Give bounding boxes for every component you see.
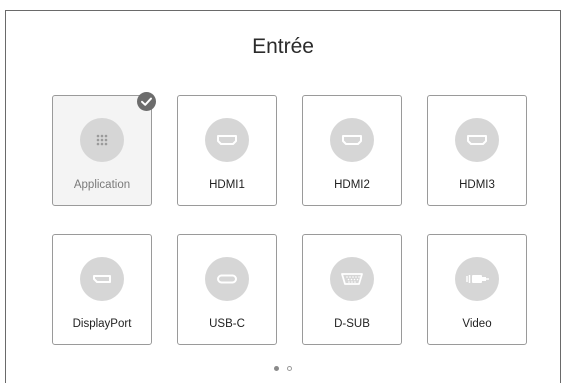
usb-c-port-icon: [205, 257, 249, 301]
input-tile-video[interactable]: Video: [427, 234, 527, 345]
app-grid-icon: [80, 118, 124, 162]
input-tile-application[interactable]: Application: [52, 92, 156, 206]
page-dot[interactable]: [287, 366, 292, 371]
input-tile-label: HDMI1: [209, 179, 245, 191]
checkmark-icon: [137, 92, 156, 111]
input-tile-label: USB-C: [209, 318, 245, 330]
input-tile-label: HDMI3: [459, 179, 495, 191]
input-tile-label: D-SUB: [334, 318, 370, 330]
input-tile-hdmi2[interactable]: HDMI2: [302, 95, 402, 206]
input-tile-usb-c[interactable]: USB-C: [177, 234, 277, 345]
input-tile-d-sub[interactable]: D-SUB: [302, 234, 402, 345]
hdmi-port-icon: [455, 118, 499, 162]
input-tile-displayport[interactable]: DisplayPort: [52, 234, 152, 345]
input-tile-label: Video: [462, 318, 492, 330]
av-plug-icon: [455, 257, 499, 301]
input-tile-label: HDMI2: [334, 179, 370, 191]
hdmi-port-icon: [205, 118, 249, 162]
page-dot-active[interactable]: [274, 366, 279, 371]
page-title: Entrée: [252, 35, 314, 58]
input-tile-hdmi3[interactable]: HDMI3: [427, 95, 527, 206]
input-source-panel: Entrée Application HDMI1 HDMI2 HDMI3 Dis…: [5, 10, 561, 383]
vga-port-icon: [330, 257, 374, 301]
page-indicator: [6, 366, 560, 371]
input-tile-label: DisplayPort: [72, 318, 132, 330]
input-tile-hdmi1[interactable]: HDMI1: [177, 95, 277, 206]
displayport-icon: [80, 257, 124, 301]
hdmi-port-icon: [330, 118, 374, 162]
input-tile-label: Application: [73, 179, 131, 191]
